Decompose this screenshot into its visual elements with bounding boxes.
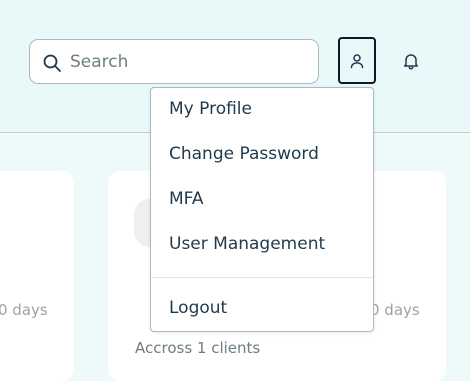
days-text-left: 0 days: [0, 301, 48, 319]
days-text-right: 0 days: [370, 301, 420, 319]
user-icon: [350, 53, 364, 68]
user-dropdown-menu: My Profile Change Password MFA User Mana…: [150, 87, 374, 332]
search-icon: [43, 54, 61, 72]
search-box[interactable]: [29, 39, 319, 84]
user-menu-button[interactable]: [338, 37, 376, 84]
search-input[interactable]: [70, 48, 310, 76]
menu-item-mfa[interactable]: MFA: [169, 189, 204, 209]
clients-caption: Accross 1 clients: [135, 339, 261, 357]
notifications-button[interactable]: [396, 46, 426, 76]
bell-icon: [403, 54, 419, 70]
menu-item-my-profile[interactable]: My Profile: [169, 99, 252, 119]
menu-item-logout[interactable]: Logout: [169, 298, 227, 318]
summary-card-left: [0, 171, 74, 381]
menu-item-user-management[interactable]: User Management: [169, 234, 325, 254]
menu-divider: [151, 277, 373, 278]
menu-item-change-password[interactable]: Change Password: [169, 144, 319, 164]
